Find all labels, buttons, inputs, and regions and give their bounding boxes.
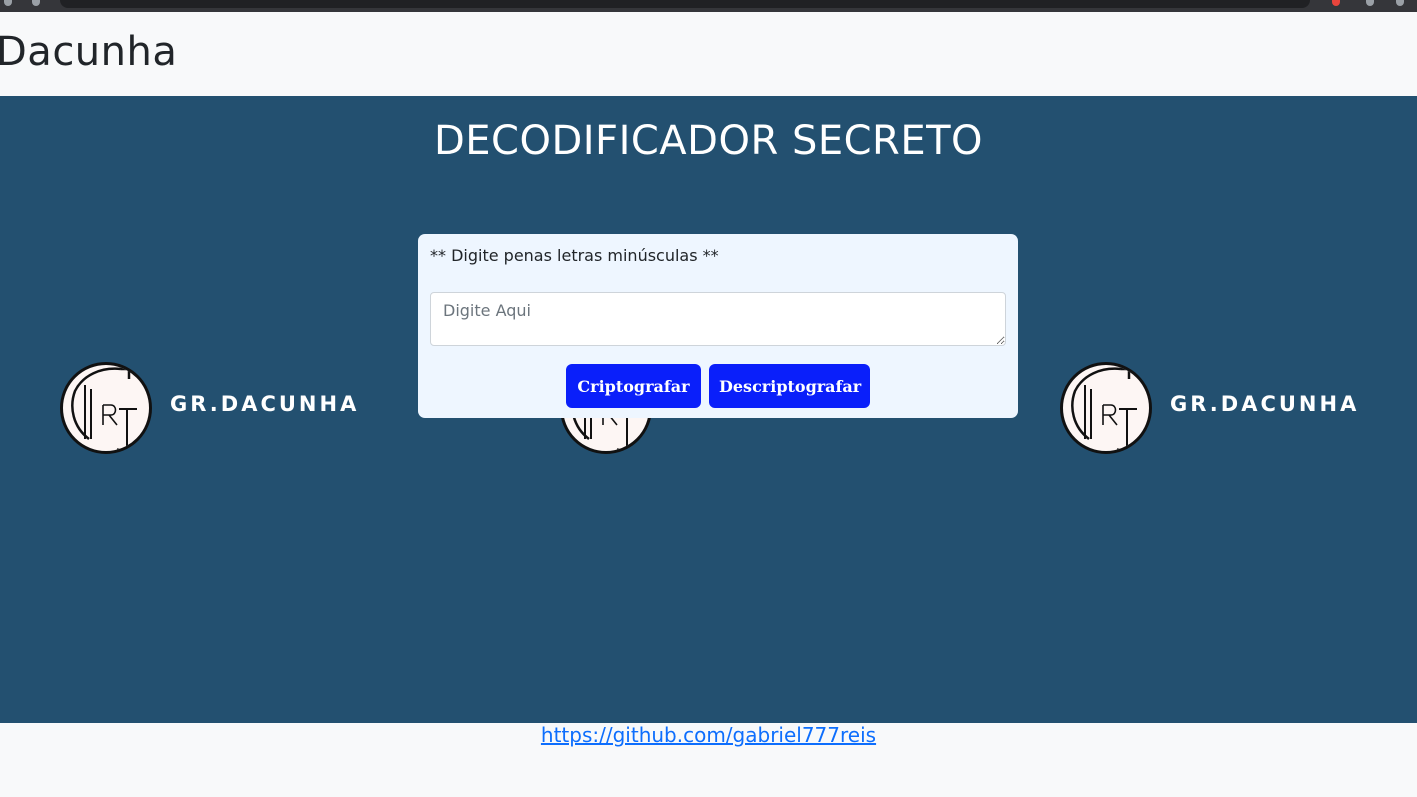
message-input[interactable] [430,292,1006,346]
page-title: DECODIFICADOR SECRETO [433,118,984,164]
encrypt-button[interactable]: Criptografar [566,364,701,408]
site-footer: https://github.com/gabriel777reis [0,723,1417,797]
browser-page-icon [32,0,40,6]
hero-section: DECODIFICADOR SECRETO GR.DACUNHA GR.DACU… [0,96,1417,723]
profile-icon[interactable] [1366,0,1374,6]
gr-dacunha-logo: GR.DACUNHA [60,362,380,454]
site-brand[interactable]: Dacunha [0,29,177,75]
input-hint: ** Digite penas letras minúsculas ** [430,246,719,265]
logo-emblem-icon [1060,362,1152,454]
logo-emblem-icon [60,362,152,454]
github-link[interactable]: https://github.com/gabriel777reis [541,723,876,747]
logo-text: GR.DACUNHA [1170,392,1360,416]
cipher-form-card: ** Digite penas letras minúsculas ** Cri… [418,234,1018,418]
site-header: Dacunha [0,12,1417,96]
browser-toolbar [0,0,1417,12]
gr-dacunha-logo: GR.DACUNHA [1060,362,1380,454]
browser-control-icon[interactable] [4,0,12,6]
logo-text: GR.DACUNHA [170,392,360,416]
menu-icon[interactable] [1396,0,1404,6]
address-bar[interactable] [60,0,1310,8]
decrypt-button[interactable]: Descriptografar [709,364,870,408]
extension-icon[interactable] [1332,0,1340,6]
